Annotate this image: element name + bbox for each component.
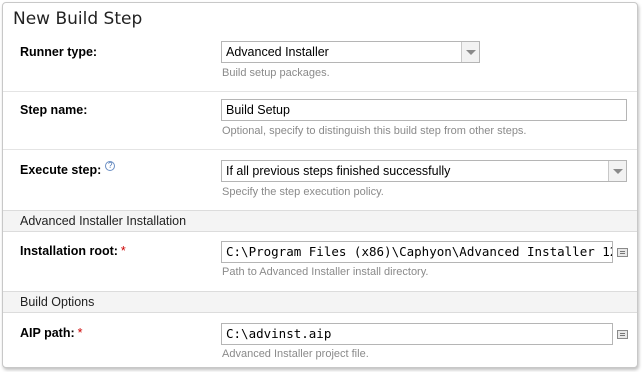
step-name-label: Step name:: [20, 103, 88, 117]
installation-root-hint: Path to Advanced Installer install direc…: [222, 266, 429, 278]
step-name-input[interactable]: Build Setup: [221, 99, 627, 121]
chevron-down-icon[interactable]: [608, 161, 626, 181]
runner-type-select[interactable]: Advanced Installer: [221, 41, 480, 63]
aip-path-label-text: AIP path:: [20, 326, 75, 340]
new-build-step-panel: New Build Step Runner type: Advanced Ins…: [2, 2, 638, 368]
installation-root-label: Installation root: *: [20, 244, 126, 258]
page-title: New Build Step: [13, 9, 143, 29]
execute-step-label-text: Execute step:: [20, 163, 102, 177]
runner-type-hint: Build setup packages.: [222, 67, 330, 79]
browse-icon[interactable]: [617, 248, 628, 257]
aip-path-input[interactable]: C:\advinst.aip: [221, 323, 613, 345]
section-header-build-options: Build Options: [3, 291, 637, 313]
section-header-installation: Advanced Installer Installation: [3, 210, 637, 232]
chevron-down-icon[interactable]: [461, 42, 479, 62]
execute-step-label: Execute step:?: [20, 161, 116, 177]
browse-icon[interactable]: [617, 330, 628, 339]
installation-root-label-text: Installation root:: [20, 244, 118, 258]
execute-step-select[interactable]: If all previous steps finished successfu…: [221, 160, 627, 182]
runner-type-value: Advanced Installer: [226, 45, 329, 59]
help-icon[interactable]: ?: [105, 161, 116, 171]
runner-type-label: Runner type:: [20, 45, 98, 59]
execute-step-value: If all previous steps finished successfu…: [226, 164, 451, 178]
required-marker: *: [120, 244, 126, 258]
aip-path-hint: Advanced Installer project file.: [222, 348, 369, 360]
required-marker: *: [77, 326, 83, 340]
step-name-hint: Optional, specify to distinguish this bu…: [222, 125, 527, 137]
divider: [3, 91, 637, 92]
divider: [3, 149, 637, 150]
aip-path-label: AIP path: *: [20, 326, 83, 340]
execute-step-hint: Specify the step execution policy.: [222, 186, 384, 198]
installation-root-input[interactable]: C:\Program Files (x86)\Caphyon\Advanced …: [221, 241, 613, 263]
